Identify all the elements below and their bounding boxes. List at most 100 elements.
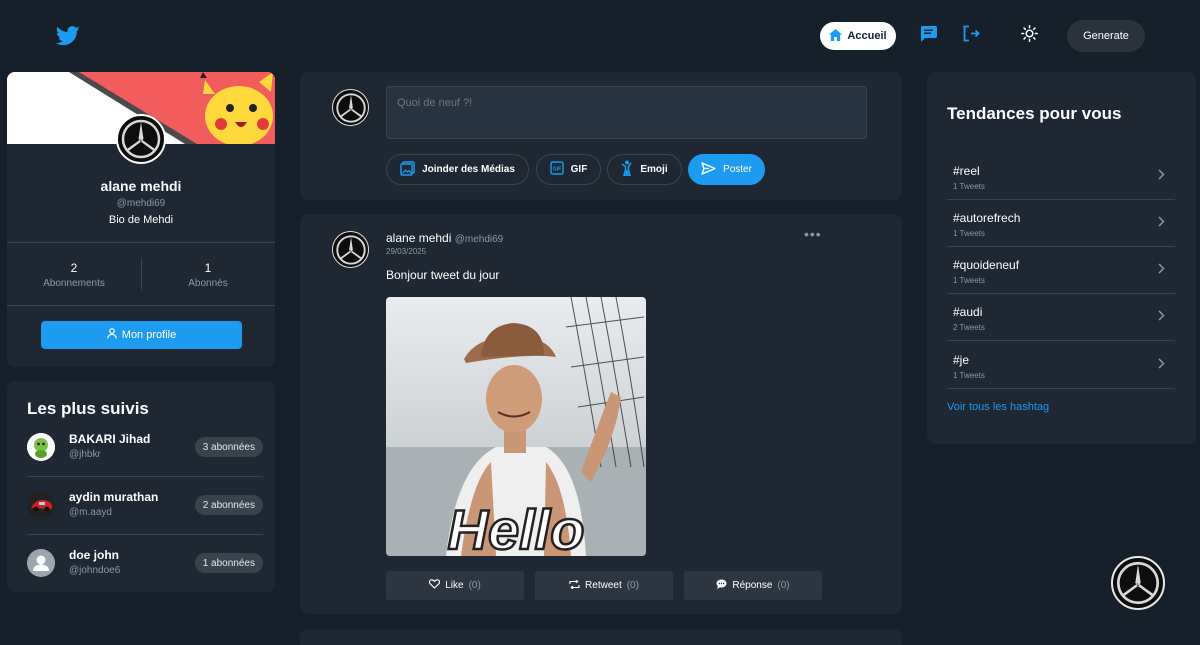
divider <box>7 242 275 243</box>
emoji-button[interactable]: Emoji <box>607 154 682 185</box>
trend-tag: #je <box>953 353 970 367</box>
heart-icon <box>429 579 441 592</box>
attach-media-label: Joinder des Médias <box>422 164 515 175</box>
emoji-person-icon <box>621 160 633 179</box>
trend-item[interactable]: #quoideneuf 1 Tweets <box>947 247 1175 294</box>
most-followed-card: Les plus suivis BAKARI Jihad @jhbkr 3 ab… <box>7 381 275 592</box>
floating-avatar-button[interactable] <box>1111 556 1165 610</box>
chevron-right-icon <box>1158 169 1165 183</box>
retweet-icon <box>569 579 580 592</box>
follow-user-name: aydin murathan <box>69 490 159 504</box>
like-button[interactable]: Like (0) <box>386 571 524 600</box>
trend-tag: #reel <box>953 164 980 178</box>
send-icon <box>701 161 716 178</box>
gif-icon: GIF <box>549 161 564 178</box>
followers-count: 1 <box>204 261 212 275</box>
comment-icon <box>716 579 727 592</box>
trend-count: 1 Tweets <box>953 276 985 285</box>
trend-item[interactable]: #autorefrech 1 Tweets <box>947 200 1175 247</box>
reply-label: Réponse <box>732 580 773 591</box>
theme-toggle-button[interactable] <box>1019 25 1039 47</box>
divider <box>947 388 1175 389</box>
avatar <box>27 491 55 519</box>
more-dots-icon[interactable]: ••• <box>804 226 822 242</box>
logout-icon <box>962 25 980 47</box>
generate-button[interactable]: Generate <box>1067 20 1145 52</box>
post-label: Poster <box>723 164 752 175</box>
profile-handle: @mehdi69 <box>116 198 166 209</box>
home-nav-button[interactable]: Accueil <box>820 22 896 50</box>
tweet-media-image[interactable]: Hello <box>386 297 646 556</box>
divider <box>7 305 275 306</box>
chevron-right-icon <box>1158 216 1165 230</box>
follow-user-name: doe john <box>69 548 119 562</box>
tweet-author-name: alane mehdi <box>386 231 452 245</box>
home-nav-label: Accueil <box>847 30 887 42</box>
follow-user-handle: @m.aayd <box>69 507 112 518</box>
followers-stat[interactable]: 1 Abonnés <box>141 261 275 289</box>
user-icon <box>106 328 117 342</box>
message-icon <box>920 25 937 47</box>
generate-button-label: Generate <box>1083 30 1129 42</box>
like-label: Like <box>445 580 464 591</box>
trend-item[interactable]: #reel 1 Tweets <box>947 153 1175 200</box>
svg-text:GIF: GIF <box>552 167 560 173</box>
trend-count: 1 Tweets <box>953 371 985 380</box>
divider <box>947 340 1175 341</box>
avatar <box>27 549 55 577</box>
tweet-date: 29/03/2025 <box>386 247 427 256</box>
tweet-media-caption: Hello <box>448 498 585 556</box>
list-item[interactable]: aydin murathan @m.aayd 2 abonnées <box>19 477 263 535</box>
profile-avatar[interactable] <box>116 114 166 164</box>
profile-bio: Bio de Mehdi <box>108 214 174 226</box>
attach-media-button[interactable]: Joinder des Médias <box>386 154 529 185</box>
retweet-button[interactable]: Retweet (0) <box>535 571 673 600</box>
like-count: (0) <box>468 580 481 591</box>
trend-tag: #autorefrech <box>953 211 1021 225</box>
image-icon <box>400 160 415 179</box>
trends-title: Tendances pour vous <box>947 104 1122 123</box>
follower-count-badge: 1 abonnées <box>194 553 263 573</box>
composer-avatar <box>332 89 369 126</box>
tweet-author-avatar[interactable] <box>332 231 369 268</box>
chevron-right-icon <box>1158 358 1165 372</box>
tweet-text: Bonjour tweet du jour <box>386 268 500 282</box>
gif-button[interactable]: GIF GIF <box>536 154 601 185</box>
home-icon <box>829 28 843 44</box>
messages-nav-button[interactable] <box>918 25 938 47</box>
gif-label: GIF <box>570 164 588 175</box>
follow-user-handle: @jhbkr <box>69 449 101 460</box>
tweet-author-handle: @mehdi69 <box>454 234 504 245</box>
next-tweet-card <box>300 629 902 645</box>
sun-icon <box>1020 25 1038 47</box>
reply-button[interactable]: Réponse (0) <box>684 571 822 600</box>
see-all-hashtags-link[interactable]: Voir tous les hashtag <box>947 401 1049 413</box>
list-item[interactable]: BAKARI Jihad @jhbkr 3 abonnées <box>19 419 263 477</box>
trends-card: Tendances pour vous #reel 1 Tweets #auto… <box>927 72 1196 444</box>
most-followed-title: Les plus suivis <box>27 399 149 418</box>
my-profile-label: Mon profile <box>121 329 177 341</box>
follower-count-badge: 3 abonnées <box>194 437 263 457</box>
tweet-input[interactable] <box>386 86 867 139</box>
trend-count: 1 Tweets <box>953 182 985 191</box>
trend-item[interactable]: #audi 2 Tweets <box>947 294 1175 341</box>
trend-item[interactable]: #je 1 Tweets <box>947 342 1175 389</box>
logout-nav-button[interactable] <box>961 25 981 47</box>
post-button[interactable]: Poster <box>688 154 765 185</box>
following-stat[interactable]: 2 Abonnements <box>7 261 141 289</box>
follow-user-name: BAKARI Jihad <box>69 432 151 446</box>
trend-tag: #audi <box>953 305 983 319</box>
my-profile-button[interactable]: Mon profile <box>41 321 242 349</box>
retweet-count: (0) <box>626 580 639 591</box>
tweet-author[interactable]: alane mehdi @mehdi69 <box>386 231 503 245</box>
tweet-composer: Joinder des Médias GIF GIF Emoji Poster <box>300 72 902 200</box>
trend-count: 2 Tweets <box>953 323 985 332</box>
list-item[interactable]: doe john @johndoe6 1 abonnées <box>19 535 263 593</box>
followers-label: Abonnés <box>188 278 228 289</box>
trend-tag: #quoideneuf <box>953 258 1020 272</box>
profile-name: alane mehdi <box>100 178 182 194</box>
tweet-card: alane mehdi @mehdi69 29/03/2025 ••• Bonj… <box>300 214 902 614</box>
twitter-logo-icon[interactable] <box>55 26 80 46</box>
following-count: 2 <box>70 261 78 275</box>
follower-count-badge: 2 abonnées <box>194 495 263 515</box>
